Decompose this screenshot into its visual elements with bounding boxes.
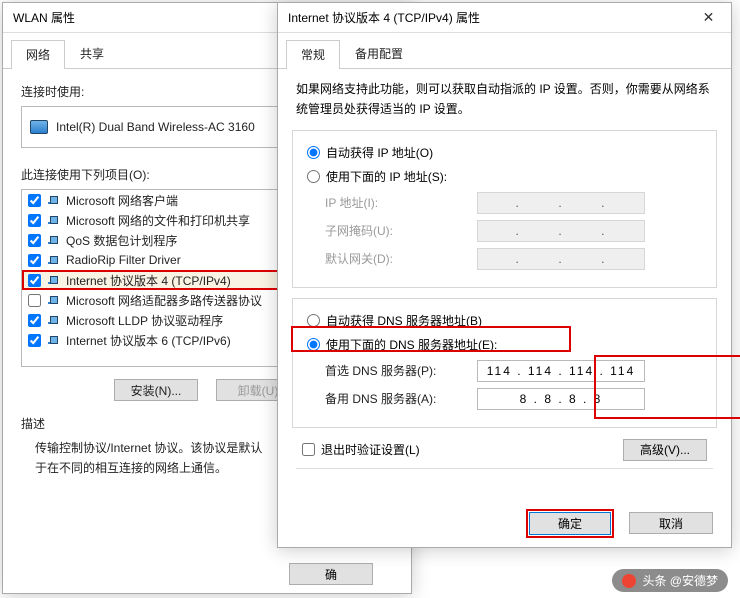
item-checkbox[interactable]: [28, 194, 41, 207]
network-adapter-icon: [30, 120, 48, 134]
ok-button[interactable]: 确定: [529, 512, 611, 535]
gateway-label: 默认网关(D):: [307, 250, 477, 267]
help-text: 如果网络支持此功能，则可以获取自动指派的 IP 设置。否则，你需要从网络系统管理…: [296, 79, 713, 120]
network-component-icon: [46, 334, 60, 346]
adapter-name: Intel(R) Dual Band Wireless-AC 3160: [56, 120, 255, 134]
dns-groupbox: 自动获得 DNS 服务器地址(B) 使用下面的 DNS 服务器地址(E): 首选…: [292, 298, 717, 428]
advanced-button[interactable]: 高级(V)...: [623, 439, 707, 461]
wlan-ok-button[interactable]: 确: [289, 563, 373, 585]
ip-groupbox: 自动获得 IP 地址(O) 使用下面的 IP 地址(S): IP 地址(I):.…: [292, 130, 717, 288]
preferred-dns-label: 首选 DNS 服务器(P):: [307, 362, 477, 379]
alternate-dns-label: 备用 DNS 服务器(A):: [307, 390, 477, 407]
watermark-logo-icon: [622, 574, 636, 588]
subnet-label: 子网掩码(U):: [307, 222, 477, 239]
wlan-title: WLAN 属性: [13, 9, 321, 26]
radio-dns-auto[interactable]: 自动获得 DNS 服务器地址(B): [307, 309, 702, 333]
network-component-icon: [46, 294, 60, 306]
ipv4-title: Internet 协议版本 4 (TCP/IPv4) 属性: [288, 9, 686, 26]
item-checkbox[interactable]: [28, 254, 41, 267]
network-component-icon: [46, 194, 60, 206]
tab-share[interactable]: 共享: [65, 39, 119, 68]
alternate-dns-input[interactable]: 8 . 8 . 8 . 8: [477, 388, 645, 410]
item-checkbox[interactable]: [28, 234, 41, 247]
watermark: 头条 @安德梦: [612, 569, 728, 592]
network-component-icon: [46, 314, 60, 326]
install-button[interactable]: 安装(N)...: [114, 379, 198, 401]
item-checkbox[interactable]: [28, 314, 41, 327]
radio-ip-manual[interactable]: 使用下面的 IP 地址(S):: [307, 165, 702, 189]
close-button[interactable]: ✕: [686, 3, 731, 32]
item-checkbox[interactable]: [28, 334, 41, 347]
radio-ip-auto[interactable]: 自动获得 IP 地址(O): [307, 141, 702, 165]
validate-label: 退出时验证设置(L): [321, 441, 420, 458]
ok-button-highlight: 确定: [529, 512, 611, 535]
network-component-icon: [46, 234, 60, 246]
preferred-dns-input[interactable]: 114 . 114 . 114 . 114: [477, 360, 645, 382]
ipv4-titlebar[interactable]: Internet 协议版本 4 (TCP/IPv4) 属性 ✕: [278, 3, 731, 33]
separator: [296, 468, 713, 469]
network-component-icon: [46, 254, 60, 266]
ipv4-tabbar: 常规 备用配置: [278, 33, 731, 69]
tab-network[interactable]: 网络: [11, 40, 65, 69]
gateway-input: ...: [477, 248, 645, 270]
cancel-button[interactable]: 取消: [629, 512, 713, 534]
ipv4-properties-window: Internet 协议版本 4 (TCP/IPv4) 属性 ✕ 常规 备用配置 …: [277, 2, 732, 548]
tab-alternate[interactable]: 备用配置: [340, 39, 418, 68]
tab-general[interactable]: 常规: [286, 40, 340, 69]
ip-address-input: ...: [477, 192, 645, 214]
item-checkbox[interactable]: [28, 274, 41, 287]
network-component-icon: [46, 214, 60, 226]
validate-checkbox[interactable]: [302, 443, 315, 456]
ip-address-label: IP 地址(I):: [307, 194, 477, 211]
radio-dns-manual[interactable]: 使用下面的 DNS 服务器地址(E):: [307, 333, 702, 357]
item-checkbox[interactable]: [28, 214, 41, 227]
network-component-icon: [46, 274, 60, 286]
subnet-input: ...: [477, 220, 645, 242]
item-checkbox[interactable]: [28, 294, 41, 307]
